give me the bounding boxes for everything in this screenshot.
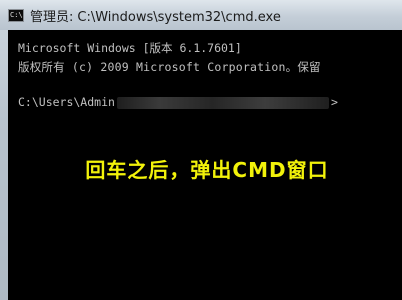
redacted-username-blur xyxy=(116,96,329,109)
annotation-caption: 回车之后，弹出CMD窗口 xyxy=(85,158,329,182)
title-bar[interactable]: C:\ 管理员: C:\Windows\system32\cmd.exe xyxy=(0,0,402,30)
console-copyright-line: 版权所有 (c) 2009 Microsoft Corporation。保留 xyxy=(18,60,321,74)
prompt-symbol: > xyxy=(330,95,338,109)
window-title-prefix: 管理员: xyxy=(30,9,74,25)
console-version-line: Microsoft Windows [版本 6.1.7601] xyxy=(18,41,242,55)
prompt-path-start: C:\Users\Admin xyxy=(18,95,115,109)
window-title-path: C:\Windows\system32\cmd.exe xyxy=(77,9,281,25)
console-output-area[interactable]: Microsoft Windows [版本 6.1.7601] 版权所有 (c)… xyxy=(8,30,402,300)
cmd-window: C:\ 管理员: C:\Windows\system32\cmd.exe Micr… xyxy=(0,0,402,300)
cmd-app-icon[interactable]: C:\ xyxy=(8,8,24,22)
console-prompt-line: C:\Users\Admin > xyxy=(18,94,338,110)
window-title: 管理员: C:\Windows\system32\cmd.exe xyxy=(30,6,281,25)
